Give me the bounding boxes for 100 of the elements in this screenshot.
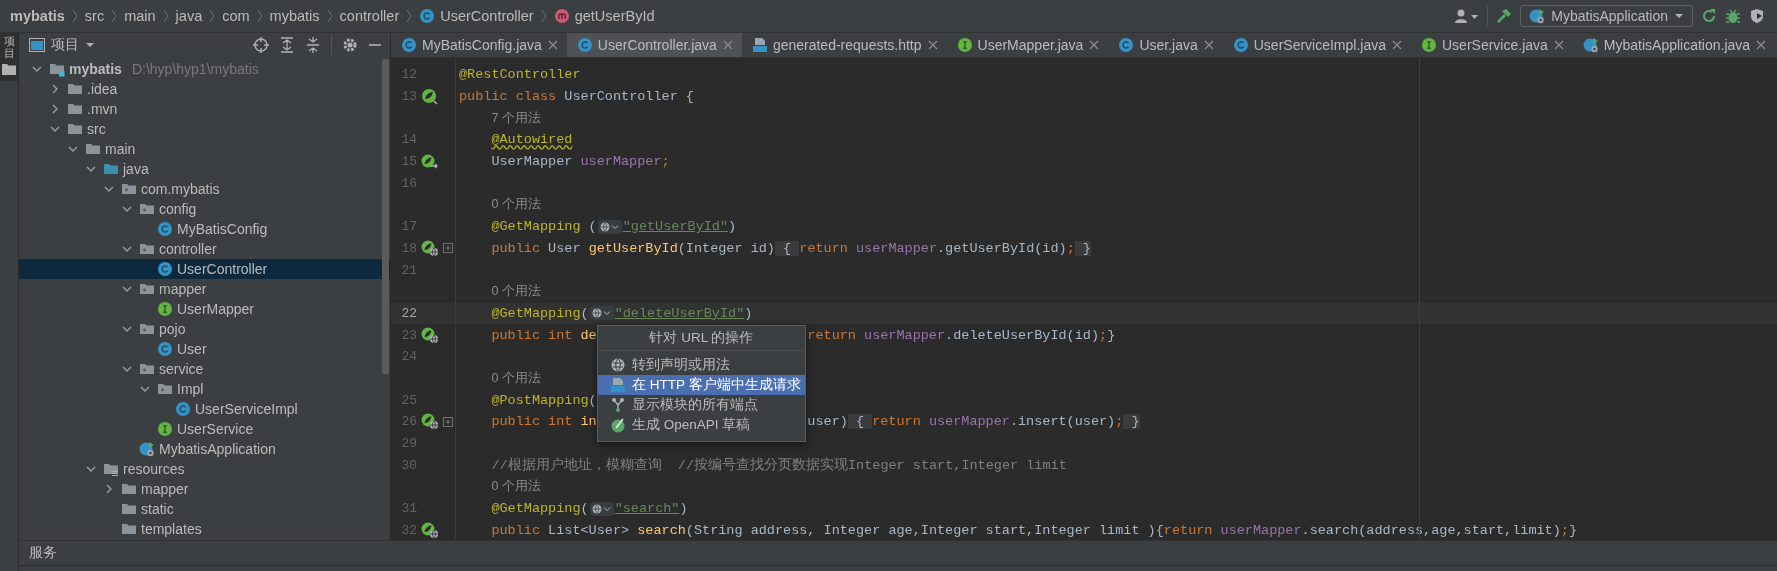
spring-app-icon bbox=[1529, 8, 1546, 24]
tree-item[interactable]: service bbox=[19, 359, 390, 379]
api-icon bbox=[610, 377, 626, 393]
code-text: public int in bbox=[491, 414, 597, 430]
scrollbar[interactable] bbox=[382, 59, 389, 374]
folder-icon bbox=[121, 501, 137, 517]
menu-item[interactable]: 转到声明或用法 bbox=[598, 355, 805, 375]
close-icon[interactable] bbox=[926, 39, 939, 51]
tree-item[interactable]: mybatis D:\hyp\hyp1\mybatis bbox=[19, 59, 390, 79]
separator-icon bbox=[255, 8, 264, 24]
tree-item[interactable]: MybatisApplication bbox=[19, 439, 390, 459]
interface-icon bbox=[157, 421, 173, 437]
tree-item[interactable]: pojo bbox=[19, 319, 390, 339]
usage-hint[interactable]: 0 个用法 bbox=[491, 478, 541, 496]
line-number: 25 bbox=[400, 392, 417, 408]
globe-dropdown-icon[interactable] bbox=[589, 305, 614, 322]
tree-item[interactable]: static bbox=[19, 499, 390, 519]
line-number: 22 bbox=[400, 305, 417, 321]
hammer-icon[interactable] bbox=[1496, 8, 1513, 24]
close-icon[interactable] bbox=[1088, 39, 1101, 51]
close-icon[interactable] bbox=[1552, 39, 1565, 51]
tree-item[interactable]: UserMapper bbox=[19, 299, 390, 319]
breadcrumb-item[interactable]: getUserById bbox=[553, 8, 655, 24]
breadcrumb-item[interactable]: main bbox=[124, 8, 156, 24]
bug-icon[interactable] bbox=[1725, 8, 1741, 24]
panel-title[interactable]: 项目 bbox=[51, 36, 79, 54]
tree-item[interactable]: UserService bbox=[19, 419, 390, 439]
tree-item[interactable]: com.mybatis bbox=[19, 179, 390, 199]
menu-item[interactable]: 显示模块的所有端点 bbox=[598, 395, 805, 415]
caret-icon[interactable] bbox=[85, 40, 95, 50]
code-text: user) { return userMapper.insert(user); } bbox=[807, 414, 1140, 430]
fold-icon[interactable] bbox=[443, 243, 453, 254]
class-icon bbox=[401, 37, 417, 53]
usage-hint[interactable]: 7 个用法 bbox=[491, 109, 541, 127]
separator-icon bbox=[110, 8, 119, 24]
rerun-icon[interactable] bbox=[1701, 8, 1717, 24]
tree-item[interactable]: UserController bbox=[19, 259, 390, 279]
panel-title[interactable]: 服务 bbox=[29, 544, 57, 563]
interface-icon bbox=[1421, 37, 1437, 53]
collapse-all-icon[interactable] bbox=[305, 37, 321, 53]
shield-icon[interactable] bbox=[1749, 8, 1765, 24]
tree-item[interactable]: UserServiceImpl bbox=[19, 399, 390, 419]
tree-item[interactable]: main bbox=[19, 139, 390, 159]
usage-hint[interactable]: 0 个用法 bbox=[491, 369, 541, 387]
settings-icon[interactable] bbox=[342, 37, 358, 53]
expand-all-icon[interactable] bbox=[279, 37, 295, 53]
tree-item[interactable]: config bbox=[19, 199, 390, 219]
editor-tab[interactable]: UserController.java bbox=[566, 33, 742, 57]
endpoint-icon[interactable] bbox=[421, 326, 438, 344]
tree-item[interactable]: mapper bbox=[19, 279, 390, 299]
tree-item[interactable]: controller bbox=[19, 239, 390, 259]
close-icon[interactable] bbox=[1202, 39, 1215, 51]
separator-icon bbox=[405, 8, 414, 24]
breadcrumb-item[interactable]: controller bbox=[339, 8, 400, 24]
close-icon[interactable] bbox=[1755, 39, 1768, 51]
breadcrumb-item[interactable]: UserController bbox=[419, 8, 534, 24]
spring-app-icon bbox=[1582, 37, 1599, 53]
menu-item[interactable]: 生成 OpenAPI 草稿 bbox=[598, 415, 805, 435]
line-number: 16 bbox=[400, 175, 417, 191]
bean-icon[interactable] bbox=[421, 88, 438, 106]
tree-item[interactable]: User bbox=[19, 339, 390, 359]
usage-hint[interactable]: 0 个用法 bbox=[491, 283, 541, 301]
menu-item[interactable]: 在 HTTP 客户端中生成请求 bbox=[598, 375, 805, 395]
interface-icon bbox=[157, 301, 173, 317]
package-icon bbox=[139, 281, 155, 297]
tree-item[interactable]: resources bbox=[19, 459, 390, 479]
package-icon bbox=[139, 241, 155, 257]
globe-dropdown-icon[interactable] bbox=[589, 500, 614, 517]
endpoint-icon[interactable] bbox=[421, 239, 438, 257]
fold-icon[interactable] bbox=[443, 416, 453, 427]
tree-item[interactable]: src bbox=[19, 119, 390, 139]
endpoint-icon[interactable] bbox=[421, 413, 438, 431]
code-text: UserMapper userMapper; bbox=[491, 154, 670, 170]
endpoint-icon[interactable] bbox=[421, 521, 438, 539]
globe-dropdown-icon[interactable] bbox=[597, 218, 622, 235]
tree-item[interactable]: MyBatisConfig bbox=[19, 219, 390, 239]
code-text: public User getUserById(Integer id) { return userMapper.getUserById(id); } bbox=[491, 240, 1091, 256]
tree-item[interactable]: Impl bbox=[19, 379, 390, 399]
breadcrumb-item[interactable]: mybatis bbox=[10, 8, 65, 24]
crosshair-icon[interactable] bbox=[253, 37, 269, 53]
breadcrumb-item[interactable]: src bbox=[84, 8, 105, 24]
breadcrumb-item[interactable]: java bbox=[175, 8, 203, 24]
tree-item[interactable]: .idea bbox=[19, 79, 390, 99]
usage-hint[interactable]: 0 个用法 bbox=[491, 196, 541, 214]
close-icon[interactable] bbox=[721, 39, 734, 51]
close-icon[interactable] bbox=[546, 39, 559, 51]
line-number: 26 bbox=[400, 414, 417, 430]
bean-injection-icon[interactable] bbox=[421, 153, 438, 171]
spring-app-icon bbox=[139, 441, 155, 457]
separator-icon bbox=[161, 8, 170, 24]
tree-item[interactable]: templates bbox=[19, 519, 390, 539]
run-configuration-dropdown[interactable]: MybatisApplication bbox=[1520, 5, 1693, 27]
user-dropdown-icon[interactable] bbox=[1455, 8, 1480, 24]
tree-item[interactable]: java bbox=[19, 159, 390, 179]
breadcrumb-item[interactable]: com bbox=[222, 8, 250, 24]
breadcrumb-item[interactable]: mybatis bbox=[269, 8, 320, 24]
tree-item[interactable]: .mvn bbox=[19, 99, 390, 119]
close-icon[interactable] bbox=[1391, 39, 1403, 51]
project-tool-tab[interactable]: 项目 bbox=[0, 33, 18, 82]
tree-item[interactable]: mapper bbox=[19, 479, 390, 499]
